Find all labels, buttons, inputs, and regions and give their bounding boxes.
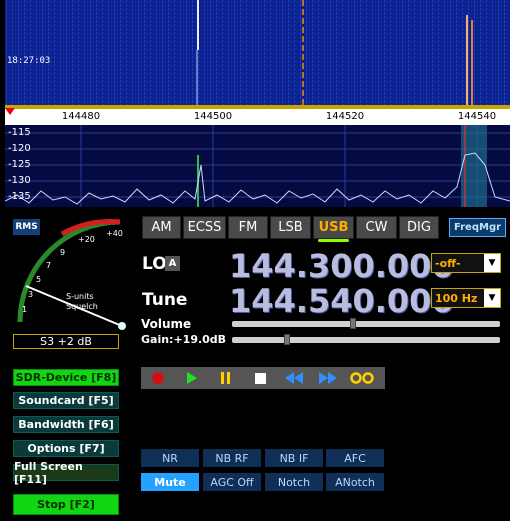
nr-button[interactable]: NR (141, 449, 199, 467)
sdr-device-button[interactable]: SDR-Device [F8] (13, 369, 119, 386)
play-button[interactable] (175, 367, 209, 389)
afc-button[interactable]: AFC (326, 449, 384, 467)
db-label: -125 (8, 159, 31, 170)
waterfall-display[interactable]: 18:27:03 (5, 0, 510, 105)
meter-scale-label: 5 (36, 275, 41, 284)
tune-label: Tune (142, 290, 188, 310)
tune-step-value: 100 Hz (435, 291, 478, 305)
lo-frequency-display[interactable]: 144.300.000 (229, 247, 454, 285)
chevron-down-icon: ▼ (484, 289, 500, 307)
scale-marker-icon (5, 108, 15, 115)
meter-scale-label: +20 (78, 235, 95, 244)
stop-icon (254, 372, 266, 384)
squelch-handle-icon (118, 322, 126, 330)
anotch-button[interactable]: ANotch (326, 473, 384, 491)
db-label: -130 (8, 175, 31, 186)
scale-ruler (5, 105, 510, 109)
transport-bar (141, 367, 385, 389)
lo-label: LO (142, 254, 167, 274)
pause-icon (221, 372, 230, 384)
mode-cw-button[interactable]: CW (356, 216, 397, 239)
gain-slider-thumb[interactable] (284, 334, 290, 345)
gain-slider[interactable] (232, 334, 500, 345)
db-label: -120 (8, 143, 31, 154)
mode-am-button[interactable]: AM (142, 216, 181, 239)
db-label: -135 (8, 191, 31, 202)
chevron-down-icon: ▼ (484, 254, 500, 272)
agc-off-button[interactable]: AGC Off (203, 473, 261, 491)
scale-tick-label: 144480 (61, 111, 101, 122)
scale-tick-label: 144520 (325, 111, 365, 122)
options-button[interactable]: Options [F7] (13, 440, 119, 457)
mode-fm-button[interactable]: FM (228, 216, 268, 239)
tune-step-select[interactable]: 100 Hz ▼ (431, 288, 501, 308)
mode-dig-button[interactable]: DIG (399, 216, 439, 239)
stop-playback-button[interactable] (243, 367, 277, 389)
gain-label: Gain:+19.0dB (141, 333, 227, 346)
bandwidth-button[interactable]: Bandwidth [F6] (13, 416, 119, 433)
notch-button[interactable]: Notch (265, 473, 323, 491)
mute-button[interactable]: Mute (141, 473, 199, 491)
rms-button[interactable]: RMS (13, 219, 40, 235)
soundcard-button[interactable]: Soundcard [F5] (13, 392, 119, 409)
rewind-button[interactable] (277, 367, 311, 389)
meter-scale-label: 9 (60, 248, 65, 257)
meter-scale-label: 7 (46, 261, 51, 270)
tune-frequency-display[interactable]: 144.540.000 (229, 282, 454, 320)
freqmgr-button[interactable]: FreqMgr (449, 218, 506, 237)
lo-preset-value: -off- (435, 256, 461, 270)
mode-usb-button[interactable]: USB (313, 216, 354, 242)
lo-preset-select[interactable]: -off- ▼ (431, 253, 501, 273)
s-units-label: S-units (66, 292, 94, 301)
record-button[interactable] (141, 367, 175, 389)
nb-if-button[interactable]: NB IF (265, 449, 323, 467)
full-screen-button[interactable]: Full Screen [F11] (13, 460, 119, 486)
play-icon (187, 372, 197, 384)
fast-forward-icon (319, 372, 337, 384)
waterfall-graphic (5, 0, 510, 105)
lo-a-button[interactable]: A (165, 256, 180, 271)
meter-scale-label: 1 (22, 305, 27, 314)
scale-tick-label: 144540 (457, 111, 497, 122)
spectrum-display[interactable]: -115 -120 -125 -130 -135 (5, 125, 510, 207)
mode-ecss-button[interactable]: ECSS (183, 216, 226, 239)
meter-scale-label: +40 (106, 229, 123, 238)
volume-label: Volume (141, 317, 192, 331)
stop-button[interactable]: Stop [F2] (13, 494, 119, 515)
loop-button[interactable] (345, 367, 379, 389)
signal-level-readout: S3 +2 dB (13, 334, 119, 349)
scale-tick-label: 144500 (193, 111, 233, 122)
record-icon (152, 372, 164, 384)
db-label: -115 (8, 127, 31, 138)
frequency-scale[interactable]: 144480 144500 144520 144540 (5, 105, 510, 125)
pause-button[interactable] (209, 367, 243, 389)
spectrum-graphic (5, 125, 510, 207)
waterfall-timestamp: 18:27:03 (7, 56, 51, 66)
loop-icon (350, 372, 374, 384)
volume-slider-thumb[interactable] (350, 318, 356, 329)
nb-rf-button[interactable]: NB RF (203, 449, 261, 467)
fast-forward-button[interactable] (311, 367, 345, 389)
rewind-icon (285, 372, 303, 384)
volume-slider[interactable] (232, 318, 500, 329)
meter-scale-label: 3 (28, 290, 33, 299)
mode-lsb-button[interactable]: LSB (270, 216, 311, 239)
